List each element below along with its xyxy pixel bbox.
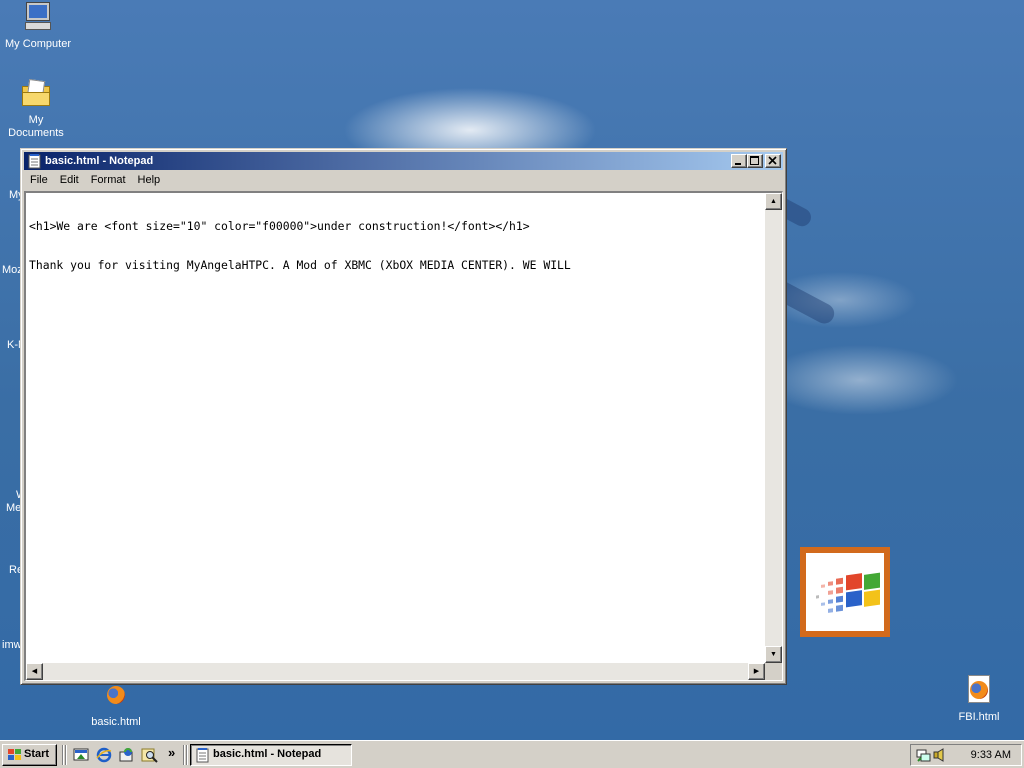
- quick-launch-more-chevron[interactable]: »: [168, 745, 175, 760]
- menu-edit[interactable]: Edit: [54, 171, 85, 190]
- title-bar[interactable]: basic.html - Notepad: [24, 152, 783, 170]
- desktop-icon-label-partial: imw: [2, 639, 22, 651]
- menu-file[interactable]: File: [24, 171, 54, 190]
- taskbar-separator: [65, 745, 67, 765]
- desktop-icon-basic-html[interactable]: basic.html: [78, 680, 154, 729]
- scrollbar-corner: [765, 663, 782, 680]
- menu-help[interactable]: Help: [132, 171, 167, 190]
- scroll-up-button[interactable]: ▲: [765, 193, 782, 210]
- notepad-icon: [28, 154, 41, 169]
- show-desktop-icon[interactable]: [72, 747, 90, 763]
- minimize-button[interactable]: [731, 154, 747, 168]
- system-tray: 9:33 AM: [910, 744, 1022, 766]
- text-editor[interactable]: <h1>We are <font size="10" color="f00000…: [24, 191, 783, 681]
- start-button[interactable]: Start: [2, 744, 57, 766]
- desktop-icon-label: My Computer: [4, 38, 72, 50]
- desktop-icon-fbi-html[interactable]: FBI.html: [941, 675, 1017, 724]
- menu-format[interactable]: Format: [85, 171, 132, 190]
- maximize-button[interactable]: [747, 154, 763, 168]
- desktop-icon-label-partial: Me: [6, 502, 22, 514]
- taskbar-separator: [183, 745, 185, 765]
- menu-bar: File Edit Format Help: [24, 171, 783, 190]
- windows-flag-icon: [8, 749, 21, 760]
- minimize-icon: [735, 163, 741, 165]
- search-icon[interactable]: [141, 747, 159, 763]
- desktop-icon-label: My Documents: [8, 114, 64, 139]
- horizontal-scrollbar[interactable]: ◀ ▶: [26, 663, 765, 680]
- taskbar-item-label: basic.html - Notepad: [213, 748, 322, 760]
- taskbar-separator: [186, 745, 188, 765]
- desktop-icon-my-computer[interactable]: My Computer: [0, 2, 76, 51]
- taskbar-item-notepad[interactable]: basic.html - Notepad: [190, 744, 352, 766]
- taskbar: Start » basic.html - Notepad 9:33 AM: [0, 740, 1024, 768]
- editor-text[interactable]: <h1>We are <font size="10" color="f00000…: [29, 194, 762, 298]
- desktop-icon-my-documents[interactable]: My Documents: [0, 78, 74, 140]
- network-tray-icon[interactable]: [915, 747, 931, 763]
- vertical-scrollbar[interactable]: ▲ ▼: [765, 193, 782, 663]
- windows-logo-icon: [800, 547, 890, 637]
- notepad-window: basic.html - Notepad File Edit Format Help …: [20, 148, 787, 685]
- scroll-down-button[interactable]: ▼: [765, 646, 782, 663]
- outlook-express-icon[interactable]: [118, 747, 136, 763]
- taskbar-separator: [62, 745, 64, 765]
- close-icon: [768, 156, 777, 165]
- volume-tray-icon[interactable]: [932, 747, 948, 763]
- desktop-icon-label: FBI.html: [958, 711, 1000, 723]
- scroll-right-button[interactable]: ▶: [748, 663, 765, 680]
- start-label: Start: [24, 748, 50, 760]
- editor-line: Thank you for visiting MyAngelaHTPC. A M…: [29, 258, 571, 272]
- folder-icon: [20, 78, 52, 110]
- notepad-icon: [196, 748, 209, 763]
- firefox-document-icon: [963, 675, 995, 707]
- scroll-left-button[interactable]: ◀: [26, 663, 43, 680]
- maximize-icon: [750, 156, 759, 165]
- clock[interactable]: 9:33 AM: [971, 749, 1011, 761]
- close-button[interactable]: [765, 154, 781, 168]
- desktop-icon-label: basic.html: [91, 716, 141, 728]
- computer-icon: [22, 2, 54, 34]
- editor-line: <h1>We are <font size="10" color="f00000…: [29, 219, 530, 233]
- internet-explorer-icon[interactable]: [95, 747, 113, 763]
- window-title: basic.html - Notepad: [45, 155, 154, 167]
